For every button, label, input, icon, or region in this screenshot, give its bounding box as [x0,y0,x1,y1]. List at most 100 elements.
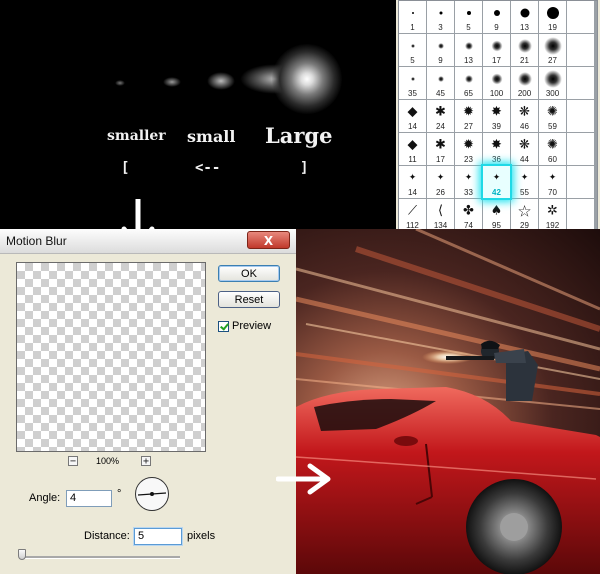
brush-size-label: 26 [436,188,445,197]
soft-round-brush-icon [517,72,532,86]
brush-preset-5[interactable]: 5 [399,34,426,66]
distance-input[interactable]: 5 [134,528,182,545]
dialog-titlebar[interactable]: Motion Blur X [0,229,296,254]
brush-preset-27[interactable]: 27 [539,34,566,66]
brush-size-label: 14 [408,188,417,197]
brush-preset-29[interactable]: ☆ 29 [511,199,538,231]
brush-size-label: 27 [548,56,557,65]
hard-round-brush-icon [520,8,529,18]
brush-preset-44[interactable]: ❋ 44 [511,133,538,165]
brush-preset-74[interactable]: ✤ 74 [455,199,482,231]
brush-preset-70[interactable]: ✦ 70 [539,166,566,198]
soft-round-brush-icon [491,73,502,85]
shape-brush-icon: ✲ [547,203,558,219]
ok-button[interactable]: OK [218,265,280,282]
zoom-out-button[interactable]: − [68,456,78,467]
distance-slider-track[interactable] [20,556,180,559]
brush-preset-23[interactable]: ✹ 23 [455,133,482,165]
brush-preset-1[interactable]: 1 [399,1,426,33]
brush-size-label: 9 [438,56,443,65]
brush-preset-95[interactable]: ♠ 95 [483,199,510,231]
hard-round-brush-icon [466,11,471,15]
brush-size-label: 24 [436,122,445,131]
brush-preset-65[interactable]: 65 [455,67,482,99]
brush-preset-36[interactable]: ✸ 36 [483,133,510,165]
brush-picker-panel: 1 3 5 9 13 19 5 9 13 17 21 27 35 45 65 100 200 300 ◆ 14 ✱ 24 ✹… [396,0,600,232]
brush-cell-empty [567,166,594,198]
zoom-in-button[interactable]: + [141,456,151,467]
brush-preset-200[interactable]: 200 [511,67,538,99]
hard-round-brush-icon [439,11,442,15]
brush-preset-112[interactable]: ⟋ 112 [399,199,426,231]
angle-dial[interactable] [135,477,169,511]
brush-preset-21[interactable]: 21 [511,34,538,66]
brush-size-label: 19 [548,23,557,32]
brush-preset-19[interactable]: 19 [539,1,566,33]
star-brush-icon: ✦ [520,173,529,183]
brush-cell-empty [567,100,594,132]
brush-preset-5[interactable]: 5 [455,1,482,33]
brush-preset-14[interactable]: ✦ 14 [399,166,426,198]
brush-preset-11[interactable]: ◆ 11 [399,133,426,165]
brush-preset-39[interactable]: ✸ 39 [483,100,510,132]
close-button[interactable]: X [247,231,290,249]
shape-brush-icon: ♠ [490,203,503,219]
brush-preset-grid: 1 3 5 9 13 19 5 9 13 17 21 27 35 45 65 100 200 300 ◆ 14 ✱ 24 ✹… [398,0,598,232]
brush-preset-26[interactable]: ✦ 26 [427,166,454,198]
brush-preset-13[interactable]: 13 [455,34,482,66]
brush-preset-9[interactable]: 9 [427,34,454,66]
brush-preset-100[interactable]: 100 [483,67,510,99]
reset-button[interactable]: Reset [218,291,280,308]
brush-preset-55[interactable]: ✦ 55 [511,166,538,198]
distance-label: Distance: [84,530,130,542]
large-brush-glow [272,44,342,114]
car-chase-illustration [296,229,600,574]
bracket-close-key: ] [300,160,309,176]
brush-preset-17[interactable]: ✱ 17 [427,133,454,165]
angle-unit: ° [117,488,122,500]
brush-size-label: 23 [464,155,473,164]
hard-round-brush-icon [546,7,559,19]
medium-brush-glow [207,72,235,90]
brush-preset-300[interactable]: 300 [539,67,566,99]
brush-preset-60[interactable]: ✺ 60 [539,133,566,165]
soft-round-brush-icon [517,39,532,53]
shape-brush-icon: ⟨ [437,203,444,219]
soft-round-brush-icon [410,77,415,81]
brush-preset-134[interactable]: ⟨ 134 [427,199,454,231]
brush-preset-33[interactable]: ✦ 33 [455,166,482,198]
soft-round-brush-icon [437,76,444,82]
brush-size-label: 36 [492,155,501,164]
brush-tip-preview-panel: smaller small Large [ <-- ] [0,0,396,229]
filter-preview-canvas[interactable] [16,262,206,452]
texture-brush-icon: ✱ [435,137,446,153]
brush-preset-42[interactable]: ✦ 42 [483,166,510,198]
brush-cell-empty [567,133,594,165]
brush-size-label: 27 [464,122,473,131]
distance-slider-thumb[interactable] [18,549,26,560]
dialog-title: Motion Blur [6,234,67,248]
soft-round-brush-icon [543,70,562,88]
brush-preset-9[interactable]: 9 [483,1,510,33]
brush-preset-24[interactable]: ✱ 24 [427,100,454,132]
brush-preset-27[interactable]: ✹ 27 [455,100,482,132]
brush-preset-192[interactable]: ✲ 192 [539,199,566,231]
brush-preset-13[interactable]: 13 [511,1,538,33]
brush-size-label: 60 [548,155,557,164]
brush-size-label: 100 [489,89,504,98]
zoom-level-readout: 100% [96,456,120,466]
brush-preset-35[interactable]: 35 [399,67,426,99]
texture-brush-icon: ◆ [407,137,418,153]
brush-preset-45[interactable]: 45 [427,67,454,99]
preview-checkbox[interactable] [218,321,229,332]
brush-size-label: 13 [464,56,473,65]
motion-blur-dialog: Motion Blur X OK Reset Preview − 100% + … [0,229,296,574]
brush-preset-3[interactable]: 3 [427,1,454,33]
brush-preset-17[interactable]: 17 [483,34,510,66]
angle-input[interactable]: 4 [66,490,112,507]
brush-preset-59[interactable]: ✺ 59 [539,100,566,132]
star-brush-icon: ✦ [408,173,417,183]
brush-preset-14[interactable]: ◆ 14 [399,100,426,132]
soft-round-brush-icon [543,37,562,55]
brush-preset-46[interactable]: ❋ 46 [511,100,538,132]
